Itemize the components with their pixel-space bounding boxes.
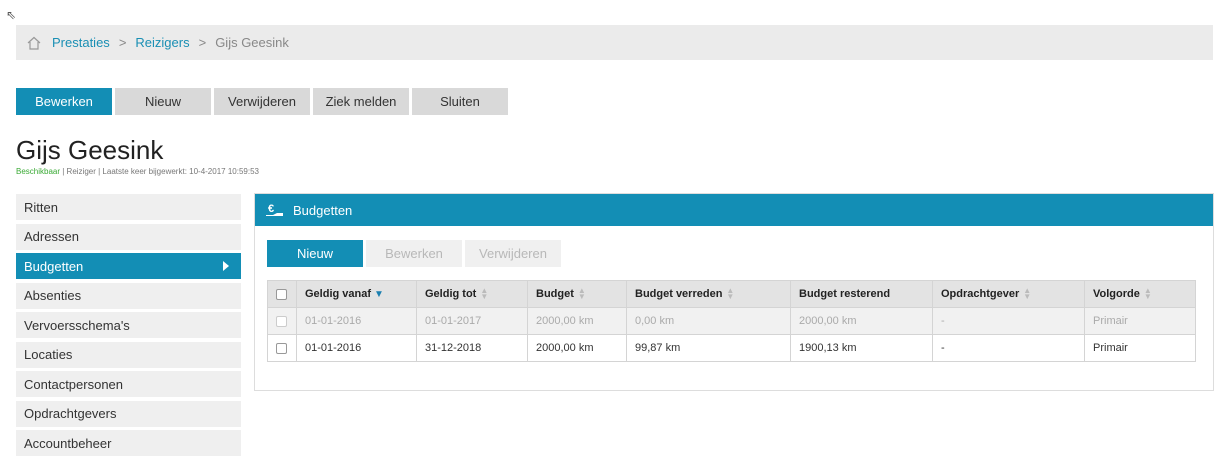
edit-button[interactable]: Bewerken bbox=[16, 88, 112, 115]
table-cell: 01-01-2016 bbox=[296, 334, 417, 362]
table-cell: 2000,00 km bbox=[527, 334, 627, 362]
col-geldig-vanaf[interactable]: Geldig vanaf ▼ bbox=[296, 280, 417, 308]
sort-icon: ▲ ▼ bbox=[1023, 286, 1032, 302]
sidebar-item-contactpersonen[interactable]: Contactpersonen bbox=[16, 371, 241, 397]
table-cell: 99,87 km bbox=[626, 334, 791, 362]
panel-toolbar: Nieuw Bewerken Verwijderen bbox=[267, 240, 561, 267]
sidebar-item-ritten[interactable]: Ritten bbox=[16, 194, 241, 220]
row-select-cell bbox=[267, 307, 297, 335]
col-opdrachtgever[interactable]: Opdrachtgever ▲ ▼ bbox=[932, 280, 1085, 308]
select-all-checkbox[interactable] bbox=[276, 288, 287, 300]
breadcrumb-separator: > bbox=[118, 35, 127, 50]
col-budget-resterend[interactable]: Budget resterend bbox=[790, 280, 933, 308]
panel-delete-button[interactable]: Verwijderen bbox=[465, 240, 561, 267]
table-cell: 0,00 km bbox=[626, 307, 791, 335]
panel-new-button[interactable]: Nieuw bbox=[267, 240, 363, 267]
table-cell: 2000,00 km bbox=[527, 307, 627, 335]
sort-icon: ▲ ▼ bbox=[1143, 286, 1152, 302]
chevron-right-icon bbox=[223, 261, 229, 271]
sort-icon: ▲ ▼ bbox=[726, 286, 735, 302]
table-cell: Primair bbox=[1084, 334, 1196, 362]
table-cell: 2000,00 km bbox=[790, 307, 933, 335]
col-budget[interactable]: Budget ▲ ▼ bbox=[527, 280, 627, 308]
col-volgorde[interactable]: Volgorde ▲ ▼ bbox=[1084, 280, 1196, 308]
breadcrumb-reizigers[interactable]: Reizigers bbox=[135, 35, 189, 50]
sidebar-item-adressen[interactable]: Adressen bbox=[16, 223, 241, 250]
sidebar: Ritten Adressen Budgetten Absenties Verv… bbox=[16, 194, 241, 460]
table-cell: - bbox=[932, 334, 1085, 362]
table-cell: 01-01-2016 bbox=[296, 307, 417, 335]
toolbar: Bewerken Nieuw Verwijderen Ziek melden S… bbox=[16, 88, 508, 115]
page-subtitle: Beschikbaar | Reiziger | Laatste keer bi… bbox=[16, 167, 259, 176]
row-checkbox[interactable] bbox=[276, 315, 287, 327]
sidebar-item-opdrachtgevers[interactable]: Opdrachtgevers bbox=[16, 400, 241, 427]
budgets-table: Geldig vanaf ▼ Geldig tot ▲ ▼ Budget ▲ ▼ Budg… bbox=[267, 280, 1196, 362]
breadcrumb-current: Gijs Geesink bbox=[215, 35, 289, 50]
new-button[interactable]: Nieuw bbox=[115, 88, 211, 115]
table-cell: 01-01-2017 bbox=[416, 307, 528, 335]
table-cell: 1900,13 km bbox=[790, 334, 933, 362]
sidebar-item-vervoersschemas[interactable]: Vervoersschema's bbox=[16, 312, 241, 338]
breadcrumb: Prestaties > Reizigers > Gijs Geesink bbox=[16, 25, 1213, 60]
table-row[interactable]: 01-01-2016 31-12-2018 2000,00 km 99,87 k… bbox=[267, 334, 1196, 362]
report-sick-button[interactable]: Ziek melden bbox=[313, 88, 409, 115]
sort-icon: ▲ ▼ bbox=[480, 286, 489, 302]
panel-title: Budgetten bbox=[293, 202, 353, 218]
col-geldig-tot[interactable]: Geldig tot ▲ ▼ bbox=[416, 280, 528, 308]
sidebar-item-budgetten[interactable]: Budgetten bbox=[16, 253, 241, 279]
sidebar-item-label: Budgetten bbox=[24, 258, 84, 274]
panel-header: € Budgetten bbox=[255, 194, 1213, 226]
table-header-row: Geldig vanaf ▼ Geldig tot ▲ ▼ Budget ▲ ▼ Budg… bbox=[267, 280, 1196, 308]
sort-icon: ▲ ▼ bbox=[577, 286, 586, 302]
budgets-panel: € Budgetten Nieuw Bewerken Verwijderen G… bbox=[254, 193, 1214, 391]
status-label: Beschikbaar bbox=[16, 167, 61, 176]
table-cell: Primair bbox=[1084, 307, 1196, 335]
meta-text: | Reiziger | Laatste keer bijgewerkt: 10… bbox=[60, 167, 259, 176]
panel-edit-button[interactable]: Bewerken bbox=[366, 240, 462, 267]
row-select-cell bbox=[267, 334, 297, 362]
breadcrumb-separator: > bbox=[198, 35, 207, 50]
sidebar-item-locaties[interactable]: Locaties bbox=[16, 341, 241, 368]
mouse-cursor-icon: ⇖ bbox=[6, 8, 17, 22]
row-checkbox[interactable] bbox=[276, 342, 287, 354]
close-button[interactable]: Sluiten bbox=[412, 88, 508, 115]
svg-text:€: € bbox=[268, 203, 274, 215]
table-cell: - bbox=[932, 307, 1085, 335]
select-all-cell bbox=[267, 280, 297, 308]
sidebar-item-accountbeheer[interactable]: Accountbeheer bbox=[16, 430, 241, 456]
breadcrumb-prestaties[interactable]: Prestaties bbox=[52, 35, 110, 50]
home-icon[interactable] bbox=[26, 35, 42, 51]
sidebar-item-absenties[interactable]: Absenties bbox=[16, 282, 241, 309]
table-row[interactable]: 01-01-2016 01-01-2017 2000,00 km 0,00 km… bbox=[267, 307, 1196, 335]
money-hand-icon: € bbox=[266, 203, 283, 216]
col-budget-verreden[interactable]: Budget verreden ▲ ▼ bbox=[626, 280, 791, 308]
sort-desc-icon: ▼ bbox=[374, 289, 384, 300]
delete-button[interactable]: Verwijderen bbox=[214, 88, 310, 115]
page-title: Gijs Geesink bbox=[16, 135, 164, 165]
table-cell: 31-12-2018 bbox=[416, 334, 528, 362]
